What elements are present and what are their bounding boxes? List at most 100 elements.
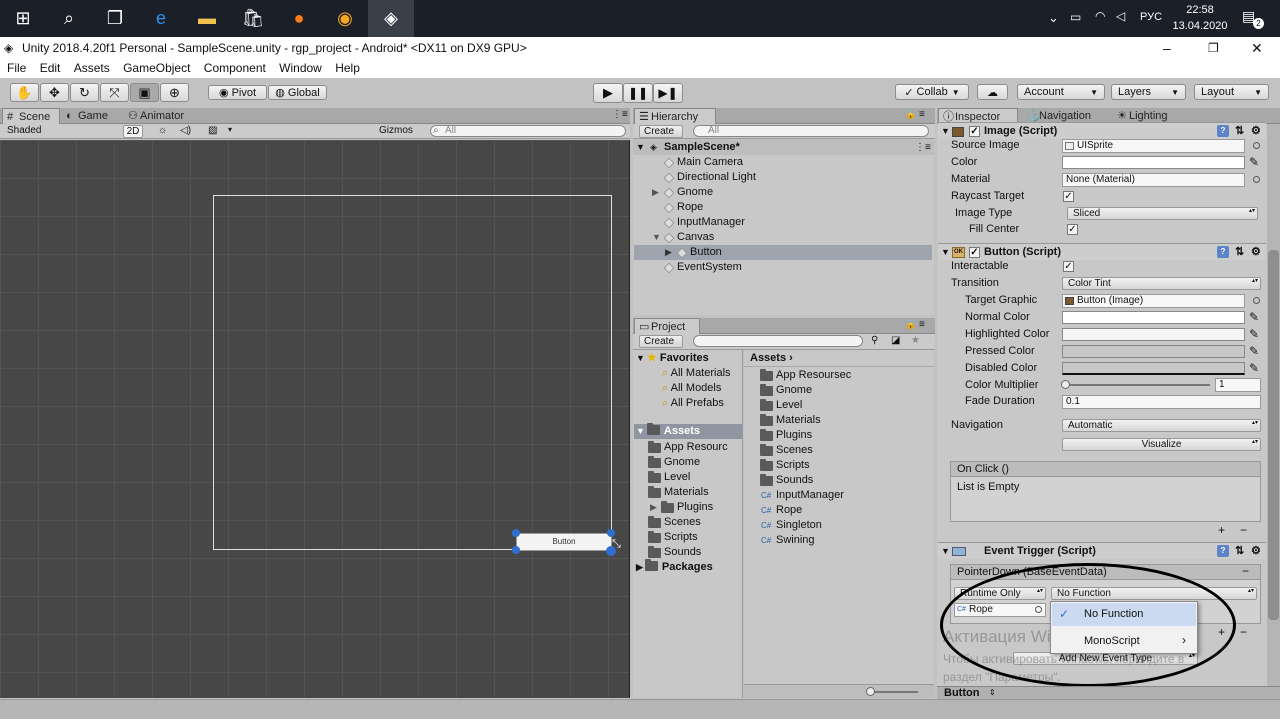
remove-event-icon[interactable]: − [1242,564,1249,578]
pressed-color-swatch[interactable] [1062,345,1245,358]
normal-color-swatch[interactable] [1062,311,1245,324]
favorite-all-models[interactable]: ⌕ All Models [662,381,721,396]
maximize-icon[interactable]: ❐ [1208,37,1219,59]
tab-project[interactable]: ▭ Project [634,318,700,334]
menu-assets[interactable]: Assets [74,61,110,75]
favorite-all-prefabs[interactable]: ⌕ All Prefabs [662,396,724,411]
dropdown-item-monoscript[interactable]: MonoScript › [1052,630,1196,652]
preset-icon[interactable]: ⇅ [1235,123,1244,139]
menu-edit[interactable]: Edit [40,61,61,75]
eyedropper-icon[interactable]: ✎ [1249,345,1259,357]
cloud-button[interactable]: ☁ [977,84,1008,100]
favorite-star-icon[interactable]: ★ [911,335,920,346]
hierarchy-scene-header[interactable]: ▼ ◈ SampleScene* ⋮≡ [633,140,934,155]
preset-icon[interactable]: ⇅ [1235,543,1244,559]
favorites-header[interactable]: ▼ ★ Favorites [636,351,709,366]
global-button[interactable]: ◍ Global [268,85,327,100]
shading-mode-dropdown[interactable]: Shaded [3,125,115,138]
project-search-input[interactable] [693,335,863,347]
scene-button-object[interactable]: Button [516,533,612,551]
image-enabled-checkbox[interactable]: ✓ [969,126,980,137]
minimize-icon[interactable]: – [1163,37,1171,59]
file-explorer-icon[interactable]: ▬ [184,0,230,37]
search-icon[interactable]: ⌕ [46,0,92,37]
color-multiplier-slider-thumb[interactable] [1061,380,1070,389]
collapse-arrow-icon[interactable]: ▼ [652,230,661,245]
hierarchy-search-input[interactable]: All [693,125,929,137]
object-picker-icon[interactable] [1253,142,1260,149]
scene-viewport[interactable]: Button ⤡ [0,140,630,698]
hierarchy-item-button[interactable]: ▶ Button [634,245,932,260]
panel-menu-icon[interactable]: ≡ [919,109,925,120]
remove-listener-icon[interactable]: − [1240,625,1247,639]
collapse-arrow-icon[interactable]: ▼ [636,140,645,155]
color-multiplier-field[interactable]: 1 [1215,378,1261,392]
tab-hierarchy[interactable]: ☰ Hierarchy [634,108,716,124]
listener-object-field[interactable]: Rope [954,603,1046,617]
language-indicator[interactable]: РУС [1140,11,1162,23]
hierarchy-item-rope[interactable]: Rope [634,200,932,215]
dropdown-item-no-function[interactable]: ✓ No Function [1052,603,1196,626]
lock-icon[interactable]: 🔒 [905,109,916,120]
disabled-color-swatch[interactable] [1062,362,1245,375]
play-button[interactable]: ▶ [593,83,623,103]
help-book-icon[interactable]: ? [1217,125,1229,137]
hand-tool-icon[interactable]: ✋ [10,83,39,102]
wifi-icon[interactable]: ◠ [1095,9,1105,23]
eyedropper-icon[interactable]: ✎ [1249,362,1259,374]
layers-dropdown[interactable]: Layers ▼ [1111,84,1186,100]
icon-size-slider-thumb[interactable] [866,687,875,696]
icon-size-slider-track[interactable] [868,691,918,693]
source-image-field[interactable]: UISprite [1062,139,1245,153]
edge-browser-icon[interactable]: e [138,0,184,37]
transform-tool-icon[interactable]: ⊕ [160,83,189,102]
filter-label-icon[interactable]: ◪ [891,335,900,346]
favorite-all-materials[interactable]: ⌕ All Materials [662,366,731,381]
unity-taskbar-icon[interactable]: ◈ [368,0,414,37]
clock-time[interactable]: 22:58 [1172,4,1228,16]
runtime-only-dropdown[interactable]: Runtime Only [954,587,1046,600]
effects-toggle-icon[interactable]: ▨ [208,125,217,136]
collapse-arrow-icon[interactable]: ▼ [636,353,645,363]
gizmos-dropdown[interactable]: Gizmos [375,125,423,138]
store-icon[interactable]: 🛍 [230,0,276,37]
menu-gameobject[interactable]: GameObject [123,61,190,75]
object-picker-icon[interactable] [1253,176,1260,183]
clock-date[interactable]: 13.04.2020 [1172,20,1228,32]
lighting-toggle-icon[interactable]: ☼ [158,125,167,136]
settings-gear-icon[interactable]: ⚙ [1251,244,1261,260]
hierarchy-item-canvas[interactable]: ▼ Canvas [634,230,932,245]
expand-arrow-icon[interactable]: ▶ [665,245,672,260]
color-multiplier-slider-track[interactable] [1065,384,1210,386]
filter-type-icon[interactable]: ⚲ [871,335,878,346]
lock-icon[interactable]: 🔒 [905,319,916,330]
menu-window[interactable]: Window [279,61,322,75]
add-listener-icon[interactable]: + [1218,523,1225,537]
navigation-dropdown[interactable]: Automatic [1062,419,1261,432]
yandex-browser-icon[interactable]: ◉ [322,0,368,37]
object-picker-icon[interactable] [1253,297,1260,304]
tab-scene[interactable]: # Scene [2,108,60,124]
hierarchy-create-button[interactable]: Create [639,125,683,138]
task-view-icon[interactable]: ❐ [92,0,138,37]
scene-search-input[interactable]: All [430,125,626,137]
move-tool-icon[interactable]: ✥ [40,83,69,102]
packages-header[interactable]: ▶ Packages [636,559,713,575]
step-button[interactable]: ▶❚ [653,83,683,103]
rect-handle-top-left[interactable] [512,529,520,537]
help-book-icon[interactable]: ? [1217,246,1229,258]
inspector-scrollbar-thumb[interactable] [1268,250,1279,620]
raycast-target-checkbox[interactable]: ✓ [1063,191,1074,202]
close-icon[interactable]: ✕ [1251,37,1263,59]
firefox-icon[interactable]: ● [276,0,322,37]
project-create-button[interactable]: Create [639,335,683,348]
volume-icon[interactable]: ◁ [1116,9,1125,23]
object-picker-icon[interactable] [1035,606,1042,613]
audio-toggle-icon[interactable]: ◁) [180,125,191,136]
collapse-arrow-icon[interactable]: ▼ [941,543,950,559]
menu-component[interactable]: Component [204,61,266,75]
menu-help[interactable]: Help [335,61,360,75]
pivot-button[interactable]: ◉ Pivot [208,85,267,100]
settings-gear-icon[interactable]: ⚙ [1251,543,1261,559]
panel-menu-icon[interactable]: ⋮≡ [612,109,628,120]
